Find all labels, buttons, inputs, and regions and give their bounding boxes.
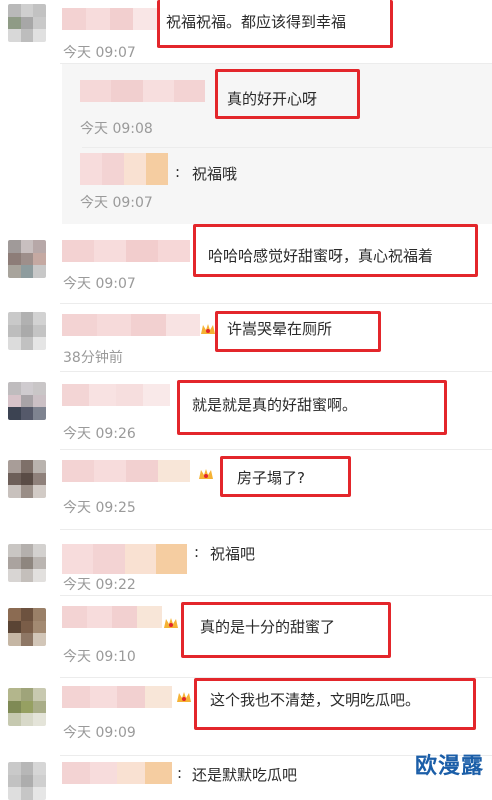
comment-row: 今天 09:10 真的是十分的甜蜜了 xyxy=(0,596,492,678)
username-blurred[interactable] xyxy=(62,762,172,784)
username-blurred[interactable] xyxy=(62,8,157,30)
highlight-box xyxy=(220,456,351,497)
reply-username-blurred[interactable] xyxy=(80,80,205,102)
comment-timestamp: 今天 09:26 xyxy=(63,426,136,442)
highlight-box xyxy=(215,69,360,119)
avatar[interactable] xyxy=(8,460,46,498)
reply-timestamp: 今天 09:07 xyxy=(80,195,153,211)
username-blurred[interactable] xyxy=(62,240,190,262)
vip-crown-icon xyxy=(164,618,178,628)
username-blurred[interactable] xyxy=(62,686,172,708)
highlight-box xyxy=(193,224,478,277)
highlight-box xyxy=(194,678,476,730)
username-blurred[interactable] xyxy=(62,460,190,482)
comment-timestamp: 今天 09:25 xyxy=(63,500,136,516)
comment-timestamp: 今天 09:10 xyxy=(63,649,136,665)
comment-timestamp: 今天 09:09 xyxy=(63,725,136,741)
username-blurred[interactable] xyxy=(62,314,200,336)
comment-row: 今天 09:07 哈哈哈感觉好甜蜜呀，真心祝福着 xyxy=(0,224,492,304)
avatar[interactable] xyxy=(8,4,46,42)
comment-timestamp: 38分钟前 xyxy=(63,350,123,366)
reply-colon: : xyxy=(175,163,181,181)
comment-colon: : xyxy=(177,764,183,782)
comment-timestamp: 今天 09:07 xyxy=(63,45,136,61)
comment-timestamp: 今天 09:07 xyxy=(63,276,136,292)
reply-text: 祝福哦 xyxy=(192,165,238,183)
comment-text: 祝福吧 xyxy=(210,545,256,563)
comment-row: 38分钟前 许嵩哭晕在厕所 xyxy=(0,304,492,372)
highlight-box xyxy=(215,311,381,352)
avatar[interactable] xyxy=(8,312,46,350)
highlight-box xyxy=(177,380,447,435)
avatar[interactable] xyxy=(8,382,46,420)
vip-crown-icon xyxy=(177,692,191,702)
comment-text: 还是默默吃瓜吧 xyxy=(192,766,298,784)
reply-username-blurred[interactable] xyxy=(80,153,168,185)
avatar[interactable] xyxy=(8,240,46,278)
username-blurred[interactable] xyxy=(62,384,170,406)
vip-crown-icon xyxy=(199,469,213,479)
comment-colon: : xyxy=(194,543,200,561)
comment-row: : 祝福吧 今天 09:22 xyxy=(0,530,492,596)
watermark: 欧漫露 xyxy=(414,754,484,779)
comment-row: 今天 09:26 就是就是真的好甜蜜啊。 xyxy=(0,372,492,450)
reply-timestamp: 今天 09:08 xyxy=(80,121,153,137)
divider xyxy=(82,147,492,148)
highlight-box xyxy=(181,602,391,658)
comment-timestamp: 今天 09:22 xyxy=(63,577,136,593)
avatar[interactable] xyxy=(8,688,46,726)
comment-row: 今天 09:07 祝福祝福。都应该得到幸福 xyxy=(0,0,492,64)
avatar[interactable] xyxy=(8,544,46,582)
highlight-box xyxy=(157,0,393,48)
vip-crown-icon xyxy=(201,324,215,334)
avatar[interactable] xyxy=(8,762,46,800)
comment-row: 今天 09:09 这个我也不清楚，文明吃瓜吧。 xyxy=(0,678,492,756)
avatar[interactable] xyxy=(8,608,46,646)
username-blurred[interactable] xyxy=(62,544,187,574)
comment-row: 今天 09:25 房子塌了? xyxy=(0,450,492,530)
username-blurred[interactable] xyxy=(62,606,162,628)
